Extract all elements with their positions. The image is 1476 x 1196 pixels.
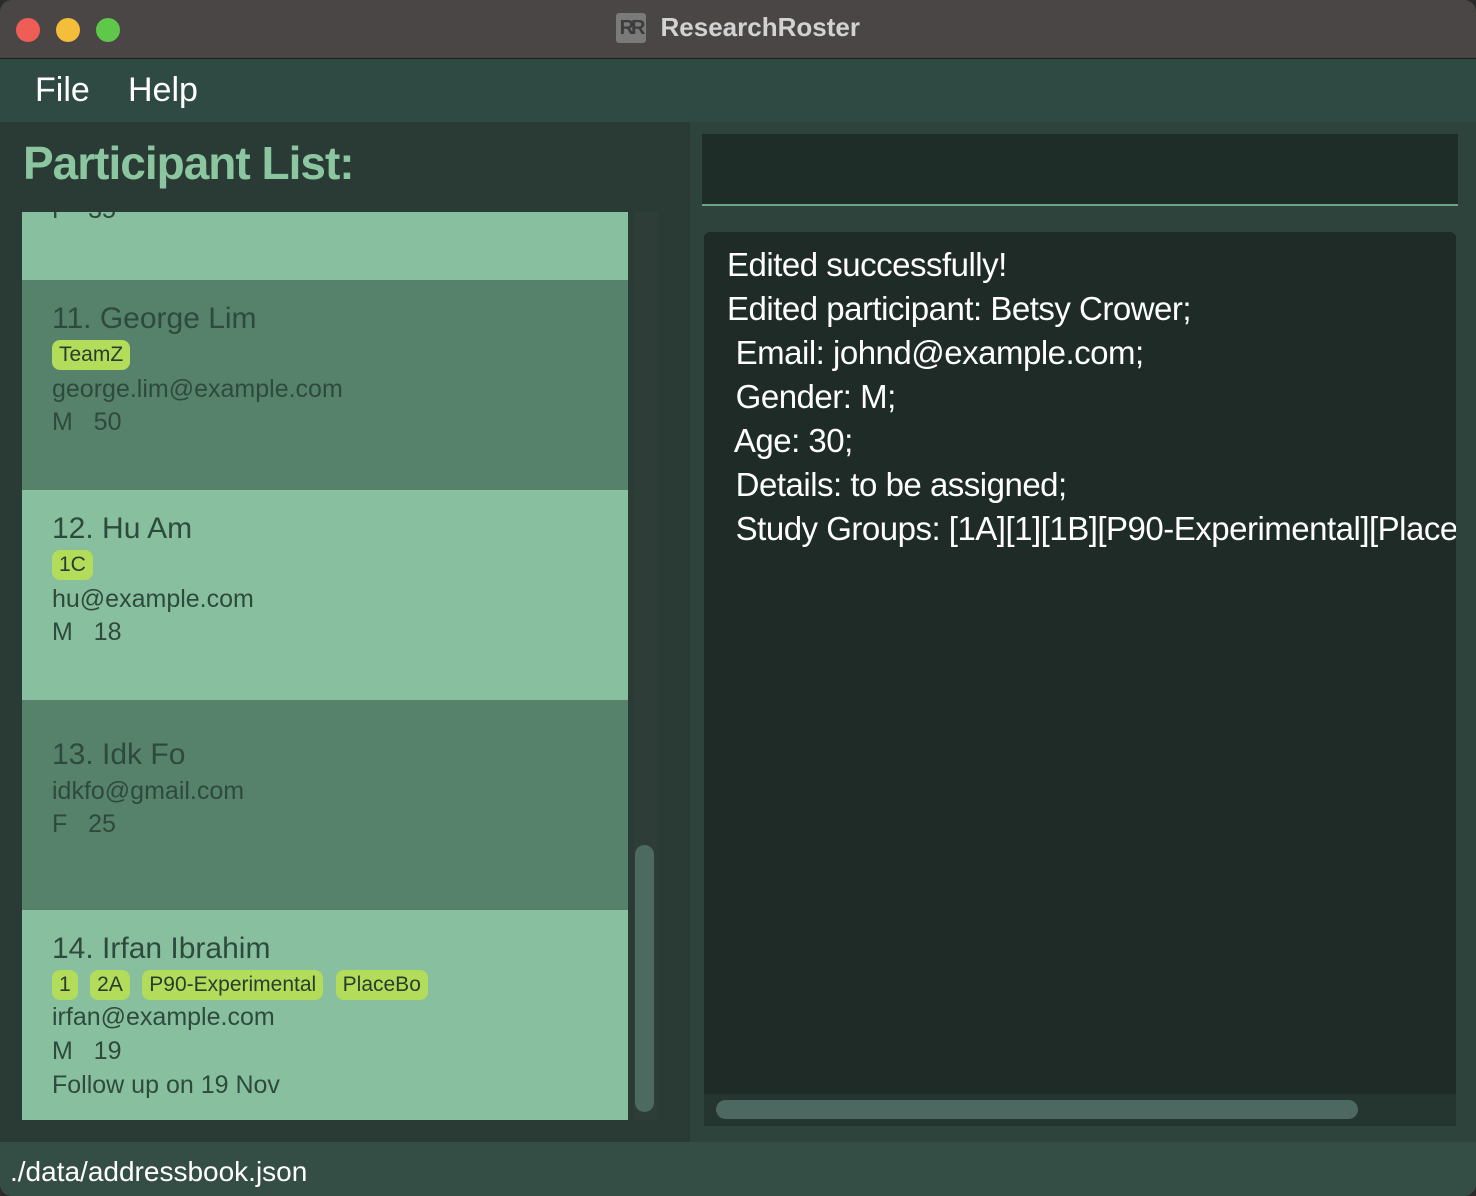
participant-gender-age: M 18 bbox=[52, 618, 122, 646]
title-bar: RR ResearchRoster bbox=[0, 0, 1476, 59]
participant-list-title: Participant List: bbox=[23, 137, 355, 189]
result-line: Edited successfully! bbox=[727, 246, 1007, 283]
list-scrollbar-thumb[interactable] bbox=[635, 845, 654, 1112]
result-hscrollbar-thumb[interactable] bbox=[716, 1100, 1358, 1119]
study-group-tag: 1C bbox=[52, 550, 93, 580]
window-title: ResearchRoster bbox=[660, 12, 860, 42]
participant-tags: 1 2A P90-Experimental PlaceBo bbox=[52, 970, 436, 1000]
result-display: Edited successfully! Edited participant:… bbox=[704, 232, 1456, 1126]
app-logo-icon: RR bbox=[616, 12, 647, 43]
participant-tags: 1C bbox=[52, 550, 101, 580]
result-line: Study Groups: [1A][1][1B][P90-Experiment… bbox=[727, 510, 1456, 547]
menu-help[interactable]: Help bbox=[128, 71, 198, 110]
result-line: Edited participant: Betsy Crower; bbox=[727, 290, 1192, 327]
participant-note: Follow up on 19 Nov bbox=[52, 1071, 280, 1099]
participant-gender-age: F 35 bbox=[52, 212, 116, 225]
app-window: RR ResearchRoster File Help Participant … bbox=[0, 0, 1476, 1196]
result-line: Age: 30; bbox=[727, 422, 853, 459]
status-bar: ./data/addressbook.json bbox=[0, 1142, 1476, 1196]
save-file-path: ./data/addressbook.json bbox=[10, 1156, 308, 1187]
participant-email: idkfo@gmail.com bbox=[52, 777, 245, 805]
menu-file[interactable]: File bbox=[35, 71, 90, 110]
study-group-tag: P90-Experimental bbox=[142, 970, 324, 1000]
participant-gender-age: M 50 bbox=[52, 408, 122, 436]
participant-gender-age: M 19 bbox=[52, 1037, 122, 1065]
participant-tags: TeamZ bbox=[52, 340, 138, 370]
participant-gender-age: F 25 bbox=[52, 810, 116, 838]
study-group-tag: TeamZ bbox=[52, 340, 131, 370]
study-group-tag: 1 bbox=[52, 970, 78, 1000]
menu-bar: File Help bbox=[0, 59, 1476, 122]
participant-email: hu@example.com bbox=[52, 585, 254, 613]
participant-card[interactable]: 13. Idk Fo idkfo@gmail.com F 25 bbox=[22, 700, 628, 910]
study-group-tag: 2A bbox=[90, 970, 130, 1000]
participant-card[interactable]: 14. Irfan Ibrahim 1 2A P90-Experimental … bbox=[22, 910, 628, 1120]
participant-name: 11. George Lim bbox=[52, 302, 257, 335]
participant-name: 14. Irfan Ibrahim bbox=[52, 932, 271, 965]
result-line: Email: johnd@example.com; bbox=[727, 334, 1145, 371]
command-input[interactable] bbox=[702, 134, 1458, 206]
result-line: Details: to be assigned; bbox=[727, 466, 1068, 503]
participant-email: irfan@example.com bbox=[52, 1003, 275, 1031]
participant-card[interactable]: 11. George Lim TeamZ george.lim@example.… bbox=[22, 280, 628, 490]
participant-list[interactable]: F 35 11. George Lim TeamZ george.lim@exa… bbox=[22, 212, 628, 1120]
result-line: Gender: M; bbox=[727, 378, 897, 415]
participant-card-partial[interactable]: F 35 bbox=[22, 212, 628, 280]
participant-email: george.lim@example.com bbox=[52, 375, 343, 403]
participant-name: 13. Idk Fo bbox=[52, 738, 186, 771]
participant-card[interactable]: 12. Hu Am 1C hu@example.com M 18 bbox=[22, 490, 628, 700]
participant-name: 12. Hu Am bbox=[52, 512, 193, 545]
study-group-tag: PlaceBo bbox=[335, 970, 428, 1000]
